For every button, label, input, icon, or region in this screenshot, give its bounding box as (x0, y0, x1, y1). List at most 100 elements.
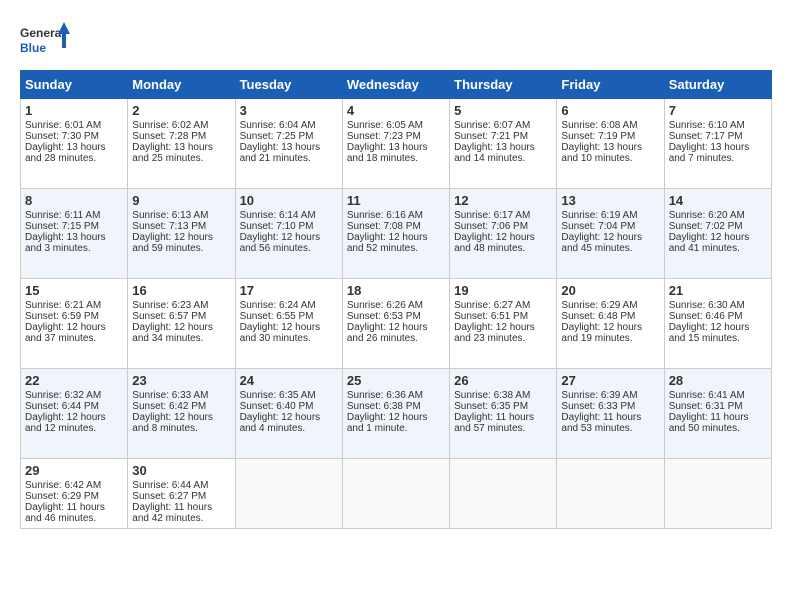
calendar-cell: 4Sunrise: 6:05 AMSunset: 7:23 PMDaylight… (342, 99, 449, 189)
day-number: 18 (347, 283, 445, 298)
calendar-cell: 12Sunrise: 6:17 AMSunset: 7:06 PMDayligh… (450, 189, 557, 279)
calendar-week-5: 29Sunrise: 6:42 AMSunset: 6:29 PMDayligh… (21, 459, 772, 529)
day-number: 9 (132, 193, 230, 208)
sunrise-text: Sunrise: 6:16 AM (347, 210, 445, 221)
sunset-text: Sunset: 7:23 PM (347, 131, 445, 142)
calendar-cell: 22Sunrise: 6:32 AMSunset: 6:44 PMDayligh… (21, 369, 128, 459)
daylight-text: Daylight: 13 hours and 10 minutes. (561, 142, 659, 164)
day-number: 10 (240, 193, 338, 208)
sunrise-text: Sunrise: 6:05 AM (347, 120, 445, 131)
calendar-cell: 27 Sunrise: 6:39 AMSunset: 6:33 PMDayligh… (557, 369, 664, 459)
day-number: 16 (132, 283, 230, 298)
sunset-text: Sunset: 7:21 PM (454, 131, 552, 142)
day-number: 26 (454, 373, 552, 388)
calendar-cell: 30Sunrise: 6:44 AMSunset: 6:27 PMDayligh… (128, 459, 235, 529)
calendar-cell: 16Sunrise: 6:23 AMSunset: 6:57 PMDayligh… (128, 279, 235, 369)
header-saturday: Saturday (664, 71, 771, 99)
svg-text:Blue: Blue (20, 41, 46, 55)
header-sunday: Sunday (21, 71, 128, 99)
sunset-text: Sunset: 7:15 PM (25, 221, 123, 232)
daylight-text: Daylight: 11 hours and 53 minutes. (561, 412, 659, 434)
day-number: 1 (25, 103, 123, 118)
sunrise-text: Sunrise: 6:14 AM (240, 210, 338, 221)
sunrise-text: Sunrise: 6:08 AM (561, 120, 659, 131)
calendar-cell: 9Sunrise: 6:13 AMSunset: 7:13 PMDaylight… (128, 189, 235, 279)
header-wednesday: Wednesday (342, 71, 449, 99)
day-number: 2 (132, 103, 230, 118)
calendar-cell: 29Sunrise: 6:42 AMSunset: 6:29 PMDayligh… (21, 459, 128, 529)
day-number: 8 (25, 193, 123, 208)
calendar-cell: 18Sunrise: 6:26 AMSunset: 6:53 PMDayligh… (342, 279, 449, 369)
sunset-text: Sunset: 6:48 PM (561, 311, 659, 322)
daylight-text: Daylight: 13 hours and 14 minutes. (454, 142, 552, 164)
sunset-text: Sunset: 7:30 PM (25, 131, 123, 142)
sunset-text: Sunset: 7:02 PM (669, 221, 767, 232)
sunrise-text: Sunrise: 6:42 AM (25, 480, 123, 491)
day-number: 22 (25, 373, 123, 388)
sunrise-text: Sunrise: 6:39 AM (561, 390, 659, 401)
day-number: 24 (240, 373, 338, 388)
day-number: 6 (561, 103, 659, 118)
sunrise-text: Sunrise: 6:04 AM (240, 120, 338, 131)
daylight-text: Daylight: 12 hours and 41 minutes. (669, 232, 767, 254)
day-number: 3 (240, 103, 338, 118)
daylight-text: Daylight: 13 hours and 7 minutes. (669, 142, 767, 164)
day-number: 5 (454, 103, 552, 118)
sunrise-text: Sunrise: 6:13 AM (132, 210, 230, 221)
day-number: 17 (240, 283, 338, 298)
daylight-text: Daylight: 11 hours and 42 minutes. (132, 502, 230, 524)
calendar-table: SundayMondayTuesdayWednesdayThursdayFrid… (20, 70, 772, 529)
calendar-cell (235, 459, 342, 529)
calendar-cell: 6Sunrise: 6:08 AMSunset: 7:19 PMDaylight… (557, 99, 664, 189)
sunrise-text: Sunrise: 6:32 AM (25, 390, 123, 401)
sunrise-text: Sunrise: 6:19 AM (561, 210, 659, 221)
daylight-text: Daylight: 12 hours and 52 minutes. (347, 232, 445, 254)
daylight-text: Daylight: 11 hours and 57 minutes. (454, 412, 552, 434)
sunrise-text: Sunrise: 6:11 AM (25, 210, 123, 221)
calendar-week-2: 8 Sunrise: 6:11 AMSunset: 7:15 PM Daylight… (21, 189, 772, 279)
day-number: 29 (25, 463, 123, 478)
sunrise-text: Sunrise: 6:21 AM (25, 300, 123, 311)
calendar-cell: 28Sunrise: 6:41 AMSunset: 6:31 PMDayligh… (664, 369, 771, 459)
calendar-cell: 1Sunrise: 6:01 AMSunset: 7:30 PMDaylight… (21, 99, 128, 189)
daylight-text: Daylight: 13 hours and 18 minutes. (347, 142, 445, 164)
day-number: 12 (454, 193, 552, 208)
daylight-text: Daylight: 11 hours and 50 minutes. (669, 412, 767, 434)
sunrise-text: Sunrise: 6:26 AM (347, 300, 445, 311)
calendar-cell: 3Sunrise: 6:04 AMSunset: 7:25 PMDaylight… (235, 99, 342, 189)
sunset-text: Sunset: 7:08 PM (347, 221, 445, 232)
calendar-cell: 21Sunrise: 6:30 AMSunset: 6:46 PMDayligh… (664, 279, 771, 369)
daylight-text: Daylight: 12 hours and 59 minutes. (132, 232, 230, 254)
sunset-text: Sunset: 7:28 PM (132, 131, 230, 142)
sunset-text: Sunset: 7:04 PM (561, 221, 659, 232)
day-number: 27 (561, 373, 659, 388)
sunrise-text: Sunrise: 6:36 AM (347, 390, 445, 401)
calendar-cell: 7Sunrise: 6:10 AMSunset: 7:17 PMDaylight… (664, 99, 771, 189)
sunset-text: Sunset: 6:35 PM (454, 401, 552, 412)
sunset-text: Sunset: 7:25 PM (240, 131, 338, 142)
sunset-text: Sunset: 6:33 PM (561, 401, 659, 412)
calendar-cell: 19Sunrise: 6:27 AMSunset: 6:51 PMDayligh… (450, 279, 557, 369)
sunset-text: Sunset: 6:40 PM (240, 401, 338, 412)
calendar-cell: 2Sunrise: 6:02 AMSunset: 7:28 PMDaylight… (128, 99, 235, 189)
sunrise-text: Sunrise: 6:07 AM (454, 120, 552, 131)
daylight-text: Daylight: 13 hours and 28 minutes. (25, 142, 123, 164)
sunset-text: Sunset: 6:53 PM (347, 311, 445, 322)
header-monday: Monday (128, 71, 235, 99)
svg-text:General: General (20, 26, 65, 40)
day-number: 7 (669, 103, 767, 118)
sunset-text: Sunset: 6:31 PM (669, 401, 767, 412)
sunset-text: Sunset: 7:17 PM (669, 131, 767, 142)
sunrise-text: Sunrise: 6:17 AM (454, 210, 552, 221)
calendar-cell: 15Sunrise: 6:21 AMSunset: 6:59 PMDayligh… (21, 279, 128, 369)
calendar-cell: 25Sunrise: 6:36 AMSunset: 6:38 PMDayligh… (342, 369, 449, 459)
daylight-text: Daylight: 12 hours and 23 minutes. (454, 322, 552, 344)
sunset-text: Sunset: 6:44 PM (25, 401, 123, 412)
calendar-cell: 17Sunrise: 6:24 AMSunset: 6:55 PMDayligh… (235, 279, 342, 369)
sunset-text: Sunset: 7:06 PM (454, 221, 552, 232)
calendar-week-1: 1Sunrise: 6:01 AMSunset: 7:30 PMDaylight… (21, 99, 772, 189)
calendar-week-4: 22 Sunrise: 6:32 AMSunset: 6:44 PM Dayligh… (21, 369, 772, 459)
daylight-text: Daylight: 11 hours and 46 minutes. (25, 502, 123, 524)
daylight-text: Daylight: 12 hours and 34 minutes. (132, 322, 230, 344)
sunrise-text: Sunrise: 6:41 AM (669, 390, 767, 401)
